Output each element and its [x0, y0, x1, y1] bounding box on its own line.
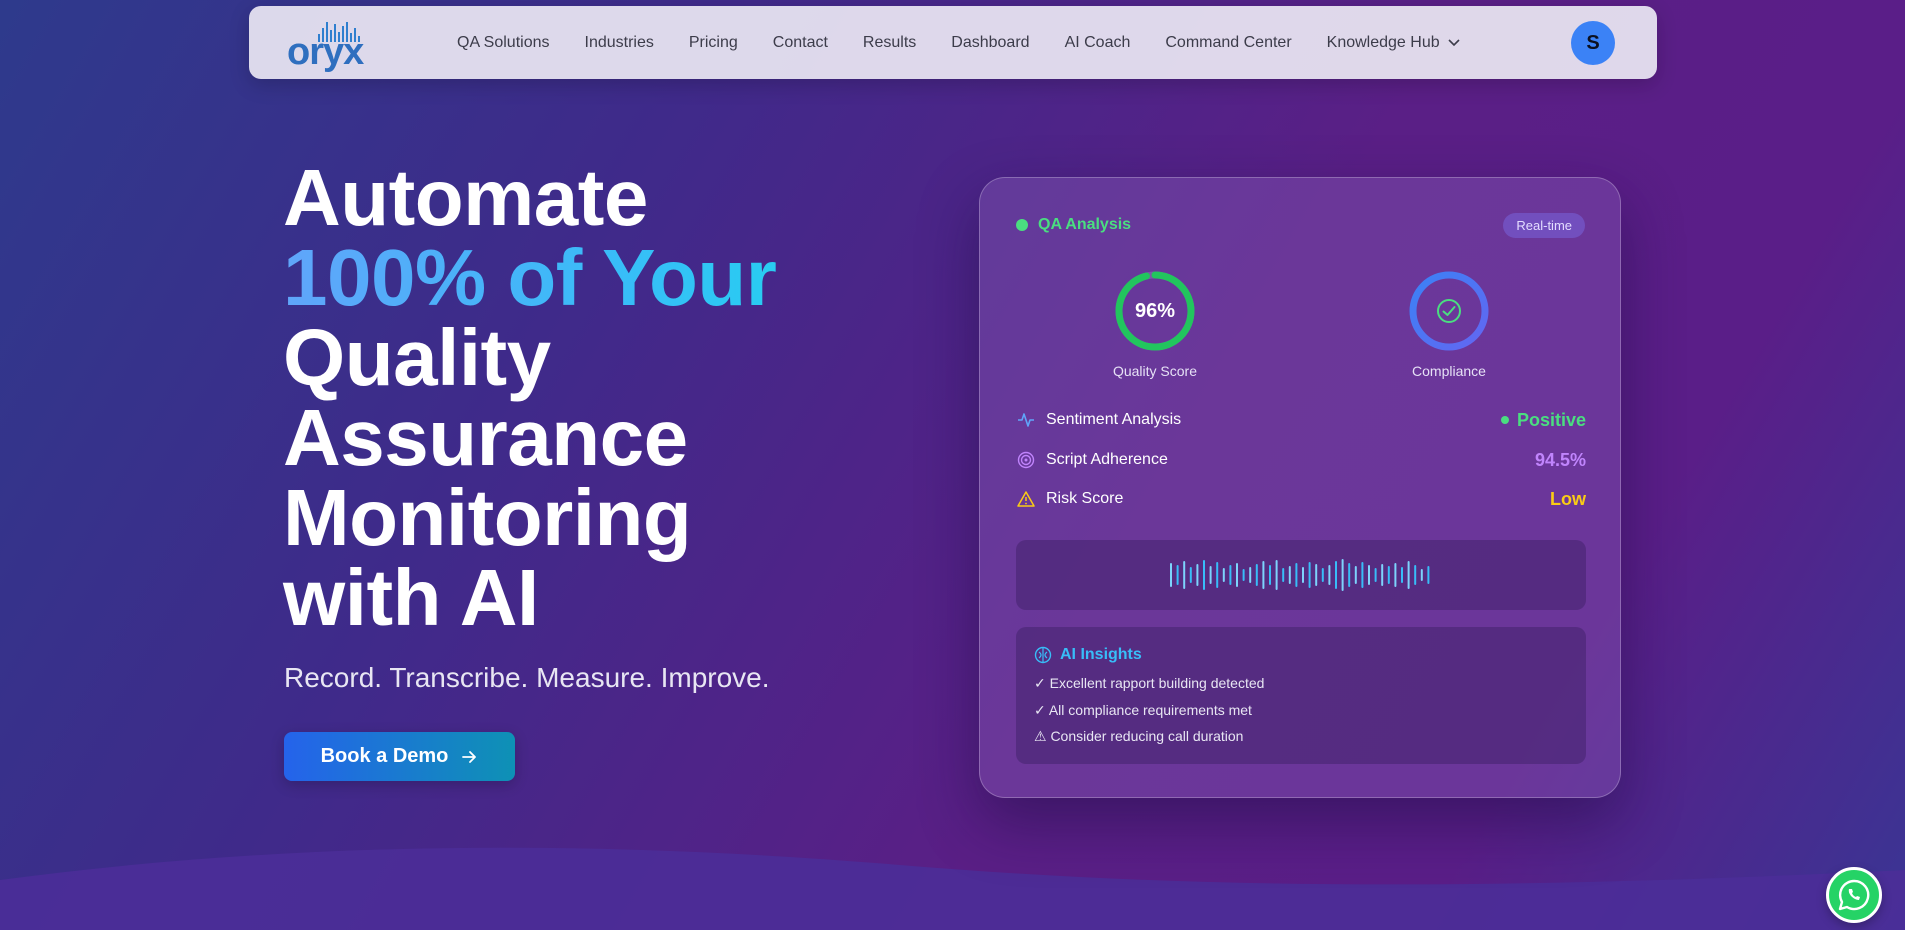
bottom-wave	[0, 847, 1905, 930]
audio-waveform-panel	[1016, 540, 1586, 610]
nav-link-qa-solutions[interactable]: QA Solutions	[457, 34, 550, 52]
activity-icon	[1016, 410, 1036, 430]
insight-line-1: ✓ Excellent rapport building detected	[1034, 675, 1265, 691]
metric-script-adherence: Script Adherence 94.5%	[1016, 448, 1586, 472]
qa-analysis-card: QA Analysis Real-time 96% Quality Score …	[979, 177, 1621, 798]
insight-line-2: ✓ All compliance requirements met	[1034, 702, 1252, 718]
whatsapp-icon	[1838, 879, 1870, 911]
target-icon	[1016, 450, 1036, 470]
whatsapp-chat-button[interactable]	[1826, 867, 1882, 923]
hero-tagline: Record. Transcribe. Measure. Improve.	[284, 662, 770, 693]
metric-risk-score-label: Risk Score	[1046, 490, 1124, 507]
compliance-ring	[1408, 270, 1490, 352]
brain-icon	[1034, 646, 1052, 664]
nav-link-results[interactable]: Results	[863, 34, 916, 52]
live-status-dot	[1016, 219, 1028, 231]
audio-waveform	[1170, 559, 1430, 591]
quality-score-label: Quality Score	[1112, 363, 1198, 379]
quality-score-value: 96%	[1134, 299, 1176, 322]
chevron-down-icon	[1448, 38, 1460, 46]
positive-dot	[1500, 416, 1509, 424]
realtime-badge: Real-time	[1503, 213, 1585, 238]
logo-wordmark: oryx	[287, 31, 364, 73]
nav-link-pricing[interactable]: Pricing	[689, 34, 738, 52]
card-title: QA Analysis	[1038, 216, 1132, 233]
nav-link-knowledge-hub[interactable]: Knowledge Hub	[1327, 34, 1460, 52]
headline-line-5: Monitoring	[283, 473, 692, 562]
headline-line-1: Automate	[283, 153, 648, 242]
insight-line-3: ⚠ Consider reducing call duration	[1034, 728, 1244, 744]
check-circle-icon	[1437, 299, 1461, 323]
nav-link-command-center[interactable]: Command Center	[1165, 34, 1291, 52]
metric-risk-score-value: Low	[1550, 488, 1586, 509]
hero-headline: Automate 100% of Your Quality Assurance …	[283, 158, 843, 638]
metric-sentiment-label: Sentiment Analysis	[1046, 411, 1182, 428]
oryx-logo[interactable]: oryx	[287, 22, 367, 73]
compliance-label: Compliance	[1412, 363, 1486, 379]
metric-script-adherence-value: 94.5%	[1534, 449, 1586, 470]
ai-insights-header: AI Insights	[1034, 646, 1142, 664]
nav-link-contact[interactable]: Contact	[773, 34, 828, 52]
headline-line-6: with AI	[283, 553, 539, 642]
nav-link-industries[interactable]: Industries	[585, 34, 654, 52]
metric-risk-score: Risk Score Low	[1016, 487, 1586, 511]
metric-sentiment-value-wrap: Positive	[1500, 409, 1586, 431]
nav-link-ai-coach[interactable]: AI Coach	[1065, 34, 1131, 52]
arrow-right-icon	[462, 750, 477, 763]
warning-icon	[1016, 489, 1036, 509]
card-header: QA Analysis	[1016, 216, 1131, 234]
nav-link-knowledge-hub-label: Knowledge Hub	[1326, 33, 1440, 51]
book-demo-button[interactable]: Book a Demo	[284, 732, 515, 781]
headline-line-3: Quality	[283, 313, 551, 402]
metric-sentiment-value: Positive	[1516, 409, 1586, 430]
book-demo-label: Book a Demo	[320, 745, 449, 767]
user-avatar[interactable]: S	[1571, 21, 1615, 65]
headline-line-4: Assurance	[283, 393, 688, 482]
top-navbar: oryx QA Solutions Industries Pricing Con…	[249, 6, 1657, 79]
nav-link-dashboard[interactable]: Dashboard	[951, 34, 1029, 52]
ai-insights-panel: AI Insights ✓ Excellent rapport building…	[1016, 627, 1586, 764]
metric-sentiment: Sentiment Analysis Positive	[1016, 408, 1586, 432]
metric-script-adherence-label: Script Adherence	[1046, 451, 1168, 468]
nav-links: QA Solutions Industries Pricing Contact …	[457, 6, 1460, 79]
ai-insights-title: AI Insights	[1060, 646, 1142, 663]
quality-score-ring: 96%	[1114, 270, 1196, 352]
headline-accent-line: 100% of Your	[283, 238, 843, 318]
